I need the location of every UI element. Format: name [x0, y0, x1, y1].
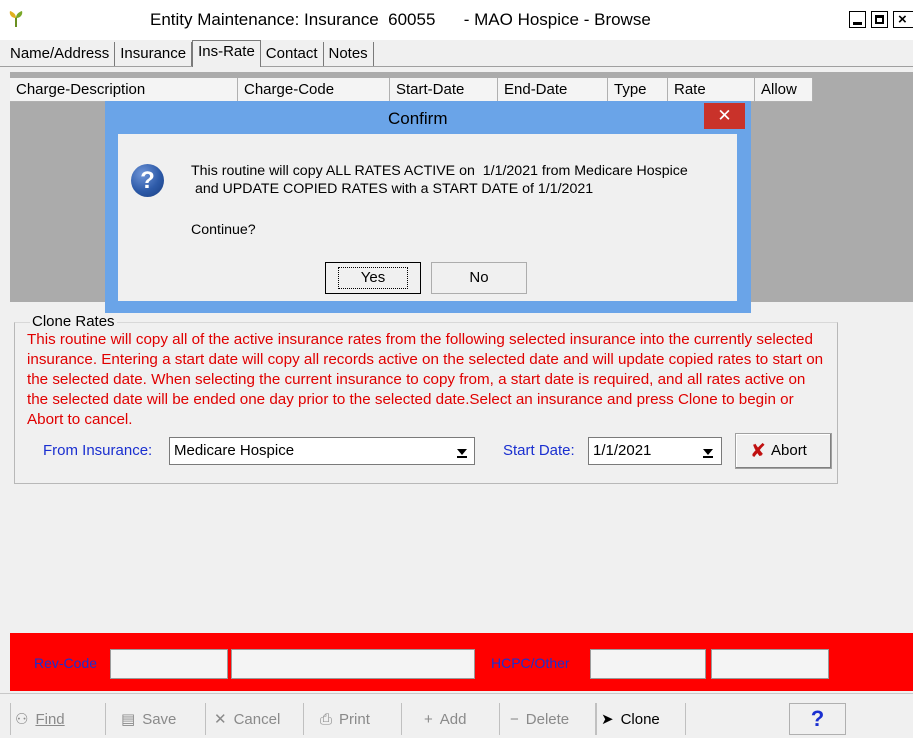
close-icon: × [898, 11, 907, 28]
column-start-date[interactable]: Start-Date [390, 78, 498, 102]
maximize-button[interactable] [871, 11, 888, 28]
grid-header: Charge-Description Charge-Code Start-Dat… [10, 78, 813, 102]
add-label: Add [439, 710, 467, 728]
chevron-down-icon [457, 449, 467, 455]
start-date-value[interactable]: 1/1/2021 [593, 442, 651, 459]
clone-label: Clone [620, 710, 660, 728]
from-insurance-label: From Insurance: [43, 442, 153, 459]
dropdown-bar-icon [703, 456, 713, 458]
cancel-button[interactable]: ✕ Cancel [210, 703, 304, 735]
tab-notes[interactable]: Notes [324, 42, 374, 66]
toolbar-divider [0, 693, 913, 694]
x-mark-icon: ✕ [214, 711, 227, 728]
yes-label: Yes [337, 267, 409, 289]
start-date-dropdown-button[interactable] [698, 439, 718, 463]
dialog-message-line-1: This routine will copy ALL RATES ACTIVE … [191, 163, 688, 179]
cancel-label: Cancel [233, 710, 281, 728]
no-button[interactable]: No [431, 262, 527, 294]
tab-ins-rate[interactable]: Ins-Rate [192, 40, 261, 67]
column-end-date[interactable]: End-Date [498, 78, 608, 102]
rev-code-field[interactable] [110, 649, 228, 679]
delete-label: Delete [525, 710, 570, 728]
dialog-message-line-2: and UPDATE COPIED RATES with a START DAT… [191, 181, 594, 197]
clone-button[interactable]: ➤ Clone [596, 703, 686, 735]
hcpc-other-field[interactable] [590, 649, 706, 679]
maximize-icon [875, 15, 884, 24]
rev-code-description-field[interactable] [231, 649, 475, 679]
yes-button[interactable]: Yes [325, 262, 421, 294]
plus-icon: + [424, 710, 433, 728]
x-mark-icon: ✘ [750, 441, 766, 462]
tab-strip: Name/Address Insurance Ins-Rate Contact … [5, 40, 374, 67]
from-insurance-dropdown-button[interactable] [452, 439, 472, 463]
minimize-button[interactable] [849, 11, 866, 28]
column-allow[interactable]: Allow [755, 78, 813, 102]
print-button[interactable]: ⎙ Print [316, 703, 402, 735]
dialog-body [118, 134, 737, 301]
column-rate[interactable]: Rate [668, 78, 755, 102]
dialog-title: Confirm [388, 109, 448, 128]
help-button[interactable]: ? [789, 703, 846, 735]
add-button[interactable]: + Add [420, 703, 500, 735]
start-date-label: Start Date: [503, 442, 575, 459]
dialog-prompt: Continue? [191, 222, 256, 238]
tab-insurance[interactable]: Insurance [115, 42, 193, 66]
column-charge-code[interactable]: Charge-Code [238, 78, 390, 102]
delete-button[interactable]: − Delete [506, 703, 596, 735]
minus-icon: − [510, 710, 519, 728]
question-icon: ? [131, 164, 164, 197]
minimize-icon [853, 22, 862, 25]
rev-code-label: Rev-Code [34, 655, 98, 671]
close-icon: ✕ [717, 106, 732, 125]
find-label: Find [35, 710, 65, 728]
tab-divider [0, 66, 913, 67]
column-type[interactable]: Type [608, 78, 668, 102]
clone-instructions: This routine will copy all of the active… [27, 331, 824, 428]
app-plant-icon [9, 11, 23, 27]
hcpc-other-label: HCPC/Other [491, 655, 570, 671]
clone-rates-legend: Clone Rates [30, 313, 117, 330]
save-button[interactable]: ▤ Save [117, 703, 206, 735]
dialog-close-button[interactable]: ✕ [704, 103, 745, 129]
dropdown-bar-icon [457, 456, 467, 458]
column-charge-description[interactable]: Charge-Description [10, 78, 238, 102]
clone-arrow-icon: ➤ [601, 711, 614, 728]
print-label: Print [339, 710, 370, 728]
tab-name-address[interactable]: Name/Address [5, 42, 116, 66]
from-insurance-value[interactable]: Medicare Hospice [174, 442, 294, 459]
close-window-button[interactable]: × [893, 11, 913, 28]
printer-icon: ⎙ [320, 710, 333, 728]
abort-button-label[interactable]: Abort [771, 442, 807, 459]
floppy-disk-icon: ▤ [121, 711, 136, 728]
window-title: Entity Maintenance: Insurance 60055 - MA… [150, 10, 651, 29]
find-button[interactable]: ⚇ Find [10, 703, 106, 735]
chevron-down-icon [703, 449, 713, 455]
hcpc-other-extra-field[interactable] [711, 649, 829, 679]
binoculars-icon: ⚇ [15, 711, 29, 728]
save-label: Save [142, 710, 177, 728]
tab-contact[interactable]: Contact [261, 42, 324, 66]
